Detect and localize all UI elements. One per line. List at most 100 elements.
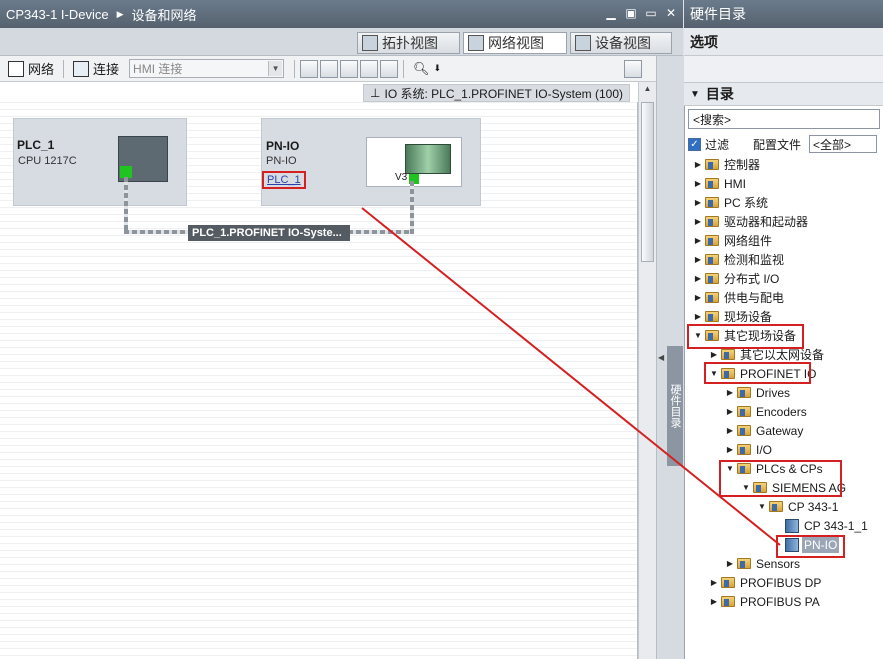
collapsed-arrow-icon[interactable]: ▶ bbox=[726, 559, 734, 568]
folder-icon bbox=[737, 406, 751, 417]
folder-icon bbox=[705, 235, 719, 246]
names-icon[interactable] bbox=[300, 59, 319, 78]
panel-divider[interactable]: ◀ 硬件目录 bbox=[656, 56, 684, 659]
catalog-header[interactable]: ▼ 目录 bbox=[684, 82, 883, 106]
tree-item[interactable]: ▶ PC 系统 bbox=[694, 193, 770, 212]
tree-item-label: 控制器 bbox=[724, 158, 761, 172]
collapsed-arrow-icon[interactable]: ▶ bbox=[710, 350, 718, 359]
tree-item[interactable]: ▶ HMI bbox=[694, 174, 748, 193]
editor-titlebar: CP343-1 I-Device ▶ 设备和网络 bbox=[0, 0, 683, 28]
side-tab-hardware-catalog[interactable]: 硬件目录 bbox=[667, 346, 683, 466]
collapsed-arrow-icon[interactable]: ▶ bbox=[694, 255, 702, 264]
tree-item[interactable]: ▶ I/O bbox=[726, 440, 774, 459]
network-toolbar: 网络 连接 HMI 连接 ▼ 🔍︎ ⬇ bbox=[0, 56, 656, 82]
folder-icon bbox=[705, 216, 719, 227]
scroll-thumb[interactable] bbox=[641, 102, 654, 262]
network-button[interactable]: 网络 bbox=[4, 59, 58, 79]
folder-icon bbox=[737, 387, 751, 398]
pnio-type: PN-IO bbox=[266, 155, 297, 167]
collapsed-arrow-icon[interactable]: ▶ bbox=[694, 179, 702, 188]
pnio-network-drop bbox=[410, 181, 414, 234]
collapsed-arrow-icon[interactable]: ▶ bbox=[726, 426, 734, 435]
assigned-controller-link[interactable]: PLC_1 bbox=[262, 171, 306, 189]
tree-item[interactable]: ▶ Encoders bbox=[726, 402, 809, 421]
collapsed-arrow-icon[interactable]: ▶ bbox=[710, 578, 718, 587]
hmi-connection-select[interactable]: HMI 连接 ▼ bbox=[129, 59, 285, 78]
collapsed-arrow-icon[interactable]: ▶ bbox=[726, 445, 734, 454]
tab-network-view[interactable]: 网络视图 bbox=[463, 32, 567, 54]
io-rack-icon bbox=[405, 144, 451, 174]
minimize-icon[interactable]: ▁ bbox=[604, 6, 618, 20]
tree-item[interactable]: ▶ 供电与配电 bbox=[694, 288, 786, 307]
collapsed-arrow-icon[interactable]: ▶ bbox=[726, 388, 734, 397]
tree-item-label: 网络组件 bbox=[724, 234, 773, 248]
table-icon[interactable] bbox=[380, 59, 399, 78]
memory-icon[interactable] bbox=[340, 59, 359, 78]
grid-icon[interactable] bbox=[360, 59, 379, 78]
folder-icon bbox=[721, 577, 735, 588]
tree-item[interactable]: ▶ Gateway bbox=[726, 421, 805, 440]
collapsed-arrow-icon[interactable]: ▶ bbox=[726, 407, 734, 416]
connections-button[interactable]: 连接 bbox=[69, 59, 123, 79]
pin-icon[interactable]: ⊥ bbox=[370, 86, 380, 100]
toolbar-separator bbox=[403, 59, 405, 78]
tab-network-label: 网络视图 bbox=[488, 35, 544, 51]
tree-item[interactable]: ▼ CP 343-1 bbox=[758, 497, 840, 516]
tree-item[interactable]: ▶ PROFIBUS PA bbox=[710, 592, 822, 611]
collapsed-arrow-icon[interactable]: ▶ bbox=[694, 293, 702, 302]
plc-cpu-type: CPU 1217C bbox=[18, 155, 77, 167]
io-system-label: ⊥ IO 系统: PLC_1.PROFINET IO-System (100) bbox=[363, 84, 630, 102]
tree-item[interactable]: ▶ 检测和监视 bbox=[694, 250, 786, 269]
collapsed-arrow-icon[interactable]: ▶ bbox=[694, 236, 702, 245]
collapsed-arrow-icon[interactable]: ▶ bbox=[694, 274, 702, 283]
tree-item-label: 供电与配电 bbox=[724, 291, 785, 305]
options-header[interactable]: 选项 bbox=[684, 28, 883, 56]
expanded-arrow-icon[interactable]: ▼ bbox=[758, 502, 766, 511]
tree-item[interactable]: ▶ Drives bbox=[726, 383, 792, 402]
device-icon bbox=[575, 35, 591, 51]
collapse-arrow-icon[interactable]: ◀ bbox=[658, 353, 664, 362]
collapsed-arrow-icon[interactable]: ▶ bbox=[694, 198, 702, 207]
profinet-network-label[interactable]: PLC_1.PROFINET IO-Syste... bbox=[188, 225, 350, 241]
tree-item[interactable]: ▶ 驱动器和起动器 bbox=[694, 212, 810, 231]
plc-name-bold: PLC_1 bbox=[17, 138, 55, 152]
tree-item-label: PC 系统 bbox=[724, 196, 769, 210]
profile-select[interactable]: <全部> bbox=[809, 135, 878, 153]
tree-item[interactable]: ▶ 分布式 I/O bbox=[694, 269, 781, 288]
tree-item-label: Gateway bbox=[756, 423, 804, 438]
tree-item[interactable]: CP 343-1_1 bbox=[774, 516, 870, 535]
tree-item-label: Drives bbox=[756, 385, 791, 400]
breadcrumb-separator-icon: ▶ bbox=[116, 8, 124, 19]
panel-toggle-icon[interactable] bbox=[624, 60, 642, 78]
collapsed-arrow-icon[interactable]: ▶ bbox=[694, 217, 702, 226]
tree-item-label: 检测和监视 bbox=[724, 253, 785, 267]
highlight-pnio-item bbox=[776, 535, 845, 558]
tree-item[interactable]: ▶ 网络组件 bbox=[694, 231, 774, 250]
folder-icon bbox=[705, 311, 719, 322]
pnio-module-box: V3 bbox=[366, 137, 462, 187]
show-address-icon[interactable] bbox=[320, 59, 339, 78]
folder-icon bbox=[721, 596, 735, 607]
plc-device[interactable]: PLC_1 CPU 1217C bbox=[13, 118, 187, 206]
chevron-down-icon[interactable]: ▼ bbox=[268, 61, 283, 76]
restore-icon[interactable]: ▭ bbox=[644, 6, 658, 20]
tree-item[interactable]: ▶ 控制器 bbox=[694, 155, 762, 174]
collapsed-arrow-icon[interactable]: ▶ bbox=[694, 312, 702, 321]
folder-icon bbox=[705, 178, 719, 189]
tab-topology-view[interactable]: 拓扑视图 bbox=[357, 32, 460, 54]
connections-icon bbox=[73, 60, 90, 77]
collapsed-arrow-icon[interactable]: ▶ bbox=[710, 597, 718, 606]
tree-item[interactable]: ▶ PROFIBUS DP bbox=[710, 573, 823, 592]
collapsed-arrow-icon[interactable]: ▶ bbox=[694, 160, 702, 169]
filter-row: ✓ 过滤 配置文件 <全部> bbox=[688, 134, 883, 154]
zoom-button[interactable]: 🔍︎ ⬇ bbox=[409, 59, 445, 79]
filter-checkbox[interactable]: ✓ bbox=[688, 137, 701, 151]
canvas-scrollbar[interactable]: ▲ bbox=[638, 82, 656, 659]
tab-device-view[interactable]: 设备视图 bbox=[570, 32, 672, 54]
close-icon[interactable]: ✕ bbox=[664, 6, 678, 20]
pnio-device[interactable]: PN-IO PN-IO PLC_1 V3 bbox=[261, 118, 481, 206]
maximize-icon[interactable]: ▣ bbox=[624, 6, 638, 20]
scroll-up-icon[interactable]: ▲ bbox=[640, 84, 655, 98]
catalog-search-input[interactable]: <搜索> bbox=[688, 109, 880, 129]
window-controls: ▁ ▣ ▭ ✕ bbox=[604, 6, 678, 20]
